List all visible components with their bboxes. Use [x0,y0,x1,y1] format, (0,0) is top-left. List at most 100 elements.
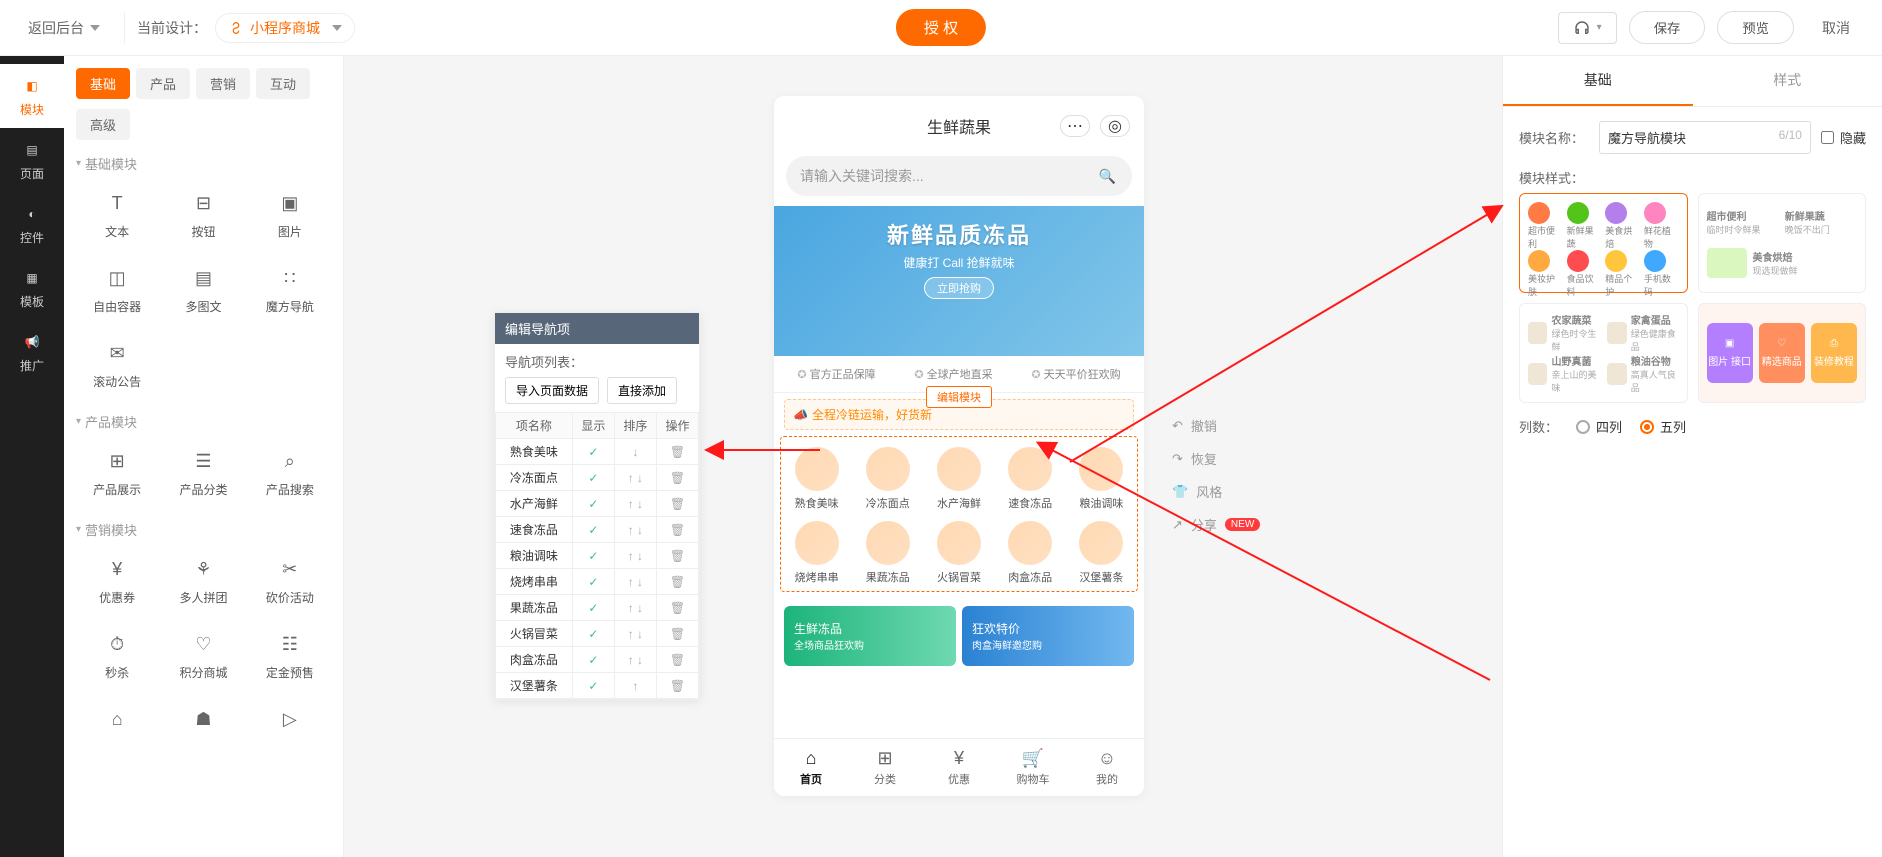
columns-4-radio[interactable]: 四列 [1576,417,1622,436]
visible-toggle[interactable]: ✓ [572,647,614,673]
tabbar-item[interactable]: ¥优惠 [922,739,996,796]
row-delete[interactable]: 🗑 [656,621,698,647]
component-item[interactable]: ⊞产品展示 [76,439,158,506]
section-marketing[interactable]: 营销模块 [76,520,331,539]
tab-interactive[interactable]: 互动 [256,68,310,99]
design-chip[interactable]: 小程序商城 [215,13,355,43]
target-icon[interactable]: ◎ [1100,115,1130,137]
theme-button[interactable]: 👕风格 [1172,482,1260,501]
row-delete[interactable]: 🗑 [656,595,698,621]
nav-cell[interactable]: 熟食美味 [781,443,852,515]
nav-cell[interactable]: 速食冻品 [995,443,1066,515]
banner-cta[interactable]: 立即抢购 [924,277,994,299]
save-button[interactable]: 保存 [1629,11,1706,44]
nav-modules[interactable]: ◧模块 [0,64,64,128]
component-item[interactable]: ▣图片 [249,181,331,248]
sort-buttons[interactable]: ↑ ↓ [614,517,656,543]
component-item[interactable]: ∷魔方导航 [249,256,331,323]
component-item[interactable]: ✂砍价活动 [249,547,331,614]
nav-cell[interactable]: 水产海鲜 [923,443,994,515]
promo-card-1[interactable]: 生鲜冻品 全场商品狂欢购 [784,606,956,666]
component-item[interactable]: ◫自由容器 [76,256,158,323]
style-template-2[interactable]: 超市便利临时时令鲜果 新鲜果蔬晚饭不出门 美食烘焙现选现做鲜 [1698,193,1867,293]
component-item[interactable]: ▤多图文 [162,256,244,323]
rp-tab-style[interactable]: 样式 [1693,56,1882,106]
columns-5-radio[interactable]: 五列 [1640,417,1686,436]
nav-cell[interactable]: 粮油调味 [1066,443,1137,515]
visible-toggle[interactable]: ✓ [572,439,614,465]
nav-cell[interactable]: 肉盒冻品 [995,517,1066,589]
sort-buttons[interactable]: ↑ ↓ [614,465,656,491]
component-item[interactable]: ☗ [162,697,244,747]
component-item[interactable]: ✉滚动公告 [76,331,158,398]
component-item[interactable]: ☷定金预售 [249,622,331,689]
import-page-data-button[interactable]: 导入页面数据 [505,377,599,404]
visible-toggle[interactable]: ✓ [572,491,614,517]
back-button[interactable]: 返回后台 [16,18,112,38]
visible-toggle[interactable]: ✓ [572,595,614,621]
authorize-button[interactable]: 授 权 [896,9,986,46]
sort-buttons[interactable]: ↑ ↓ [614,595,656,621]
section-basic[interactable]: 基础模块 [76,154,331,173]
nav-cell[interactable]: 冷冻面点 [852,443,923,515]
component-item[interactable]: ▷ [249,697,331,747]
tabbar-item[interactable]: ⊞分类 [848,739,922,796]
sort-buttons[interactable]: ↑ ↓ [614,491,656,517]
sort-buttons[interactable]: ↑ ↓ [614,647,656,673]
menu-dots-icon[interactable]: ⋯ [1060,115,1090,137]
visible-toggle[interactable]: ✓ [572,517,614,543]
preview-button[interactable]: 预览 [1717,11,1794,44]
row-delete[interactable]: 🗑 [656,543,698,569]
nav-pages[interactable]: ▤页面 [0,128,64,192]
component-item[interactable]: ⌂ [76,697,158,747]
redo-button[interactable]: ↷恢复 [1172,449,1260,468]
component-item[interactable]: ⊟按钮 [162,181,244,248]
visible-toggle[interactable]: ✓ [572,465,614,491]
cancel-button[interactable]: 取消 [1806,12,1866,44]
component-item[interactable]: T文本 [76,181,158,248]
tabbar-item[interactable]: ⌂首页 [774,739,848,796]
phone-search[interactable]: 请输入关键词搜索... 🔍 [786,156,1132,196]
visible-toggle[interactable]: ✓ [572,569,614,595]
component-item[interactable]: ⚘多人拼团 [162,547,244,614]
nav-cell[interactable]: 果蔬冻品 [852,517,923,589]
sort-buttons[interactable]: ↓ [614,439,656,465]
row-delete[interactable]: 🗑 [656,647,698,673]
component-item[interactable]: ⏱秒杀 [76,622,158,689]
module-name-input[interactable]: 魔方导航模块 6/10 [1599,121,1811,154]
style-template-4[interactable]: ▣图片 接口 ♡精选商品 ⎙装修教程 [1698,303,1867,403]
sort-buttons[interactable]: ↑ ↓ [614,543,656,569]
rp-tab-basic[interactable]: 基础 [1503,56,1693,106]
tab-advanced[interactable]: 高级 [76,109,130,140]
style-template-1[interactable]: 超市便利新鲜果蔬美食烘焙鲜花植物 美妆护肤食品饮料精品个护手机数码 [1519,193,1688,293]
nav-cell[interactable]: 汉堡薯条 [1066,517,1137,589]
hide-checkbox[interactable]: 隐藏 [1821,128,1866,147]
tab-product[interactable]: 产品 [136,68,190,99]
phone-banner[interactable]: 新鲜品质冻品 健康打 Call 抢鲜就味 立即抢购 [774,206,1144,356]
component-item[interactable]: ♡积分商城 [162,622,244,689]
style-template-3[interactable]: 农家蔬菜绿色时令生鲜家禽蛋品绿色健康食品 山野真菌亲上山的美味粮油谷物高真人气良… [1519,303,1688,403]
visible-toggle[interactable]: ✓ [572,673,614,699]
visible-toggle[interactable]: ✓ [572,621,614,647]
edit-module-tag[interactable]: 编辑模块 [926,386,992,408]
row-delete[interactable]: 🗑 [656,569,698,595]
row-delete[interactable]: 🗑 [656,673,698,699]
component-item[interactable]: ☰产品分类 [162,439,244,506]
share-button[interactable]: ↗分享NEW [1172,515,1260,534]
undo-button[interactable]: ↶撤销 [1172,416,1260,435]
nav-controls[interactable]: ◐控件 [0,192,64,256]
row-delete[interactable]: 🗑 [656,517,698,543]
support-dropdown[interactable]: ▾ [1558,12,1617,44]
nav-cell[interactable]: 烧烤串串 [781,517,852,589]
nav-cell[interactable]: 火锅冒菜 [923,517,994,589]
tab-marketing[interactable]: 营销 [196,68,250,99]
magic-nav-block[interactable]: 熟食美味冷冻面点水产海鲜速食冻品粮油调味烧烤串串果蔬冻品火锅冒菜肉盒冻品汉堡薯条 [780,436,1138,592]
sort-buttons[interactable]: ↑ ↓ [614,621,656,647]
tab-basic[interactable]: 基础 [76,68,130,99]
row-delete[interactable]: 🗑 [656,465,698,491]
visible-toggle[interactable]: ✓ [572,543,614,569]
promo-card-2[interactable]: 狂欢特价 肉盒海鲜邀您购 [962,606,1134,666]
component-item[interactable]: ⌕产品搜索 [249,439,331,506]
component-item[interactable]: ¥优惠券 [76,547,158,614]
row-delete[interactable]: 🗑 [656,491,698,517]
